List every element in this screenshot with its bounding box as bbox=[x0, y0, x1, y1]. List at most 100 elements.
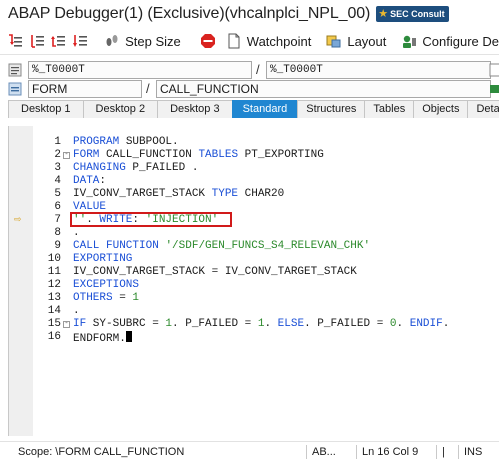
tab-structures[interactable]: Structures bbox=[297, 100, 366, 118]
watchpoint-label: Watchpoint bbox=[246, 33, 312, 49]
event-extra-icon[interactable] bbox=[489, 82, 499, 96]
watchpoint-button[interactable]: Watchpoint bbox=[225, 32, 312, 50]
cursor-position: Ln 16 Col 9 bbox=[356, 444, 436, 459]
code-text: CALL FUNCTION '/SDF/GEN_FUNCS_S4_RELEVAN… bbox=[73, 240, 370, 253]
current-line-arrow-icon: ⇨ bbox=[14, 215, 22, 225]
code-line[interactable]: 6 VALUE bbox=[9, 201, 499, 214]
configure-button[interactable]: Configure De bbox=[400, 32, 499, 50]
configure-label: Configure De bbox=[422, 33, 499, 49]
tab-detail[interactable]: Detail bbox=[467, 100, 499, 118]
keyword-token: DATA bbox=[73, 175, 100, 187]
code-text: PROGRAM SUBPOOL. bbox=[73, 136, 179, 149]
code-text: OTHERS = 1 bbox=[73, 292, 139, 305]
event-icon bbox=[8, 82, 22, 96]
return-icon[interactable] bbox=[50, 32, 68, 50]
program-list-icon[interactable] bbox=[8, 63, 22, 77]
text-token: ENDFORM. bbox=[73, 333, 126, 345]
text-token: CALL_FUNCTION bbox=[99, 149, 199, 161]
literal-token: 1 bbox=[132, 292, 140, 304]
fold-toggle-icon[interactable]: - bbox=[63, 152, 70, 159]
event-type-field[interactable]: FORM bbox=[28, 80, 142, 98]
extra-icon[interactable] bbox=[489, 63, 499, 77]
tab-desktop-3[interactable]: Desktop 3 bbox=[157, 100, 233, 118]
code-line[interactable]: 8. bbox=[9, 227, 499, 240]
text-token: PT_EXPORTING bbox=[238, 149, 324, 161]
stop-icon bbox=[199, 32, 217, 50]
line-number: 16 bbox=[47, 331, 61, 343]
keyword-token: ENDIF bbox=[409, 318, 443, 330]
event-name-field[interactable]: CALL_FUNCTION bbox=[156, 80, 491, 98]
keyword-token: EXCEPTIONS bbox=[73, 279, 140, 291]
title-bar: ABAP Debugger(1) (Exclusive)(vhcalnplci_… bbox=[0, 0, 499, 28]
layout-button[interactable]: Layout bbox=[325, 32, 386, 50]
code-line[interactable]: 5 IV_CONV_TARGET_STACK TYPE CHAR20 bbox=[9, 188, 499, 201]
line-number: 2 bbox=[54, 149, 61, 161]
code-line[interactable]: 13 OTHERS = 1 bbox=[9, 292, 499, 305]
insert-mode: INS bbox=[458, 444, 487, 459]
code-line[interactable]: 15- IF SY-SUBRC = 1. P_FAILED = 1. ELSE. … bbox=[9, 318, 499, 331]
text-token: . bbox=[442, 318, 450, 330]
code-line[interactable]: 1 PROGRAM SUBPOOL. bbox=[9, 136, 499, 149]
single-step-icon[interactable] bbox=[6, 32, 24, 50]
code-line[interactable]: 16 ENDFORM. bbox=[9, 331, 499, 345]
code-text: IV_CONV_TARGET_STACK TYPE CHAR20 bbox=[73, 188, 284, 201]
tab-tables[interactable]: Tables bbox=[364, 100, 415, 118]
literal-token: 'INJECTION' bbox=[145, 214, 219, 226]
main-program-field[interactable]: %_T0000T bbox=[28, 61, 252, 79]
event-row: FORM / CALL_FUNCTION bbox=[0, 79, 499, 99]
keyword-token: TABLES bbox=[198, 149, 239, 161]
code-line[interactable]: 14. bbox=[9, 305, 499, 318]
line-number: 8 bbox=[54, 227, 61, 239]
logo-text: SEC Consult bbox=[390, 9, 445, 19]
debugger-toolbar: Step Size Watchpoint Layout Configure De bbox=[0, 28, 499, 54]
keyword-token: OTHERS bbox=[73, 292, 113, 304]
code-text: DATA: bbox=[73, 175, 106, 188]
stop-button[interactable] bbox=[199, 32, 221, 50]
desktop-tabs: Desktop 1 Desktop 2 Desktop 3 Standard Struc… bbox=[8, 100, 499, 118]
code-line[interactable]: 11 IV_CONV_TARGET_STACK = IV_CONV_TARGET_… bbox=[9, 266, 499, 279]
execute-icon[interactable] bbox=[28, 32, 46, 50]
text-token: . bbox=[396, 318, 410, 330]
tab-standard[interactable]: Standard bbox=[231, 100, 299, 118]
code-text: VALUE bbox=[73, 201, 106, 214]
text-token: . P_FAILED = bbox=[304, 318, 390, 330]
toolbar-divider bbox=[0, 54, 499, 55]
include-program-field[interactable]: %_T0000T bbox=[266, 61, 491, 79]
configure-icon bbox=[400, 32, 418, 50]
line-number: 10 bbox=[47, 253, 61, 265]
line-number: 4 bbox=[54, 175, 61, 187]
status-flag: | bbox=[436, 444, 458, 459]
status-bar: Scope: \FORM CALL_FUNCTION AB... Ln 16 C… bbox=[0, 441, 499, 461]
tab-desktop-1[interactable]: Desktop 1 bbox=[8, 100, 84, 118]
code-line[interactable]: 9 CALL FUNCTION '/SDF/GEN_FUNCS_S4_RELEVA… bbox=[9, 240, 499, 253]
tab-objects[interactable]: Objects bbox=[413, 100, 469, 118]
keyword-token: TYPE bbox=[211, 188, 239, 200]
footsteps-icon bbox=[103, 32, 121, 50]
code-text: . bbox=[73, 305, 80, 318]
star-icon: ★ bbox=[378, 8, 389, 20]
language-label: AB... bbox=[306, 444, 356, 459]
text-token: IV_CONV_TARGET_STACK = IV_CONV_TARGET_ST… bbox=[73, 266, 357, 278]
keyword-token: FORM bbox=[73, 149, 100, 161]
text-token: . bbox=[73, 227, 80, 239]
text-token: SY-SUBRC = bbox=[86, 318, 166, 330]
literal-token: '/SDF/GEN_FUNCS_S4_RELEVAN_CHK' bbox=[165, 240, 371, 252]
step-size-button[interactable]: Step Size bbox=[103, 32, 181, 50]
code-text: IV_CONV_TARGET_STACK = IV_CONV_TARGET_ST… bbox=[73, 266, 357, 279]
fold-toggle-icon[interactable]: - bbox=[63, 321, 70, 328]
code-line[interactable]: 3 CHANGING P_FAILED . bbox=[9, 162, 499, 175]
text-token: : bbox=[132, 214, 146, 226]
code-line[interactable]: 10 EXPORTING bbox=[9, 253, 499, 266]
window-title: ABAP Debugger(1) (Exclusive)(vhcalnplci_… bbox=[8, 5, 371, 22]
text-cursor bbox=[125, 331, 132, 342]
code-line[interactable]: 2- FORM CALL_FUNCTION TABLES PT_EXPORTING bbox=[9, 149, 499, 162]
code-line[interactable]: 4 DATA: bbox=[9, 175, 499, 188]
code-line[interactable]: ⇨ 7 ''. WRITE: 'INJECTION' bbox=[9, 214, 499, 227]
code-line[interactable]: 12 EXCEPTIONS bbox=[9, 279, 499, 292]
keyword-token: CHANGING bbox=[73, 162, 126, 174]
source-code-editor[interactable]: 1 PROGRAM SUBPOOL. 2- FORM CALL_FUNCTION TA… bbox=[8, 126, 499, 436]
line-number: 3 bbox=[54, 162, 61, 174]
continue-icon[interactable] bbox=[71, 32, 89, 50]
tab-desktop-2[interactable]: Desktop 2 bbox=[82, 100, 159, 118]
line-number: 12 bbox=[47, 279, 61, 291]
